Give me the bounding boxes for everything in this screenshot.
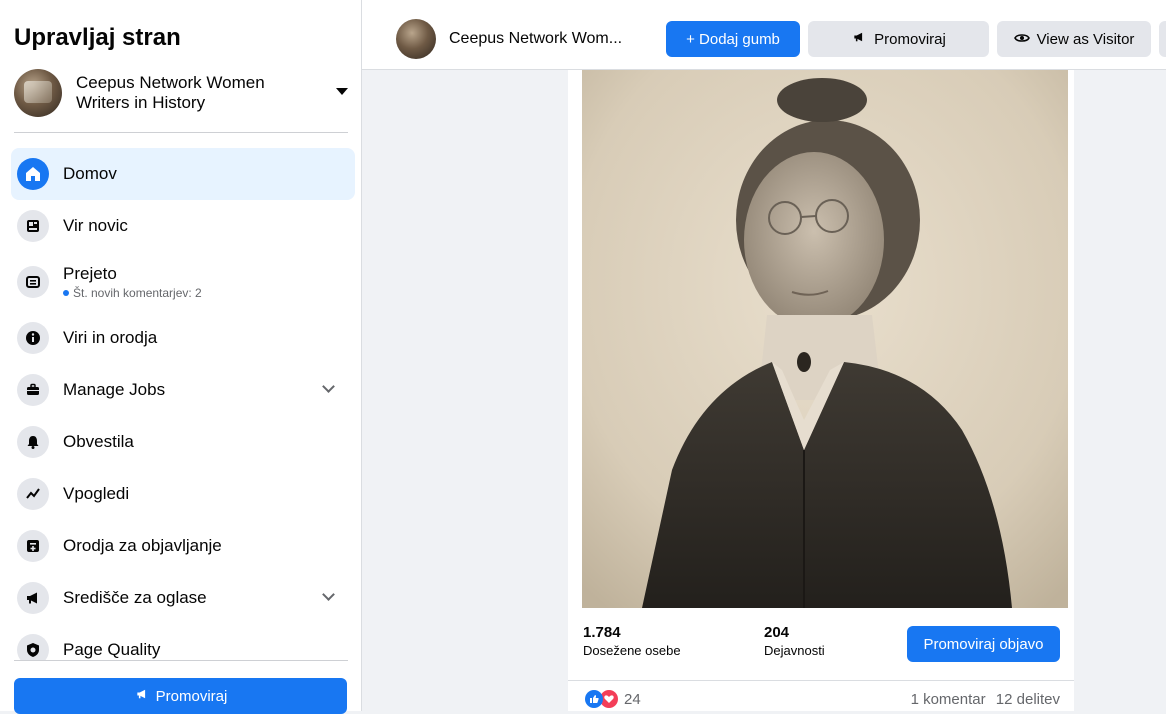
promote-button-label: Promoviraj [155,687,228,705]
divider [14,132,348,133]
engagement-value: 204 [764,624,790,641]
divider [14,660,348,661]
sidebar-item-resources[interactable]: Viri in orodja [11,312,355,364]
sidebar-item-label: Viri in orodja [63,328,158,347]
sidebar-item-inbox[interactable]: Prejeto Št. novih komentarjev: 2 [11,252,355,312]
reach-label: Dosežene osebe [583,643,681,658]
publishing-tools-icon [17,530,49,562]
reaction-count: 24 [624,690,641,708]
view-as-visitor-label: View as Visitor [1036,30,1135,48]
engagement-stat: 204 Dejavnosti [764,624,825,658]
page-avatar[interactable] [396,19,436,59]
eye-icon [1013,31,1030,48]
comment-count[interactable]: 1 komentar [911,691,986,708]
view-as-visitor-button[interactable]: View as Visitor [997,21,1151,57]
new-comments-indicator: Št. novih komentarjev: 2 [63,286,202,300]
divider [568,680,1074,681]
sidebar: Upravljaj stran Ceepus Network Women Wri… [0,0,362,714]
shield-icon [17,634,49,660]
sidebar-item-notifications[interactable]: Obvestila [11,416,355,468]
sidebar-item-publishing-tools[interactable]: Orodja za objavljanje [11,520,355,572]
inbox-icon [17,266,49,298]
new-comments-text: Št. novih komentarjev: 2 [73,286,202,300]
sidebar-item-label: Vir novic [63,216,128,235]
sidebar-item-label: Page Quality [63,640,161,659]
sidebar-item-home[interactable]: Domov [11,148,355,200]
share-count[interactable]: 12 delitev [996,691,1060,708]
sidebar-item-news-feed[interactable]: Vir novic [11,200,355,252]
sidebar-item-label: Obvestila [63,432,134,451]
megaphone-icon [851,30,867,48]
sidebar-item-label: Manage Jobs [63,380,166,399]
reactions-summary[interactable]: 24 [585,690,641,708]
header-promote-label: Promoviraj [874,30,946,48]
header-promote-button[interactable]: Promoviraj [808,21,989,57]
page-avatar [14,69,62,117]
sidebar-item-label: Prejeto [63,264,117,283]
post-photo[interactable] [582,70,1068,608]
bell-icon [17,426,49,458]
post-insights: 1.784 Dosežene osebe 204 Dejavnosti Prom… [568,610,1074,680]
add-button-button[interactable]: + Dodaj gumb [666,21,800,57]
sidebar-item-label: Središče za oglase [63,588,207,607]
home-icon [17,158,49,190]
reach-stat: 1.784 Dosežene osebe [583,624,681,658]
sidebar-item-page-quality[interactable]: Page Quality [11,624,355,660]
chevron-down-icon[interactable] [322,380,335,393]
chevron-down-icon[interactable] [322,588,335,601]
sidebar-item-ad-center[interactable]: Središče za oglase [11,572,355,624]
sidebar-item-label: Domov [63,164,117,183]
page-header: Ceepus Network Wom... + Dodaj gumb Promo… [362,0,1166,70]
info-icon [17,322,49,354]
boost-post-button[interactable]: Promoviraj objavo [907,626,1060,662]
megaphone-icon [134,687,150,705]
sidebar-item-insights[interactable]: Vpogledi [11,468,355,520]
engagement-label: Dejavnosti [764,643,825,658]
engagement-summary: 1 komentar 12 delitev [911,691,1060,708]
caret-down-icon[interactable] [336,88,348,95]
promote-button[interactable]: Promoviraj [14,678,347,714]
sidebar-nav: Domov Vir novic Prejeto Št. novih koment… [0,148,362,660]
briefcase-icon [17,374,49,406]
sidebar-title: Upravljaj stran [14,24,181,51]
megaphone-icon [17,582,49,614]
insights-icon [17,478,49,510]
page-name: Ceepus Network Women Writers in History [76,73,265,112]
reach-value: 1.784 [583,624,621,641]
sidebar-item-label: Vpogledi [63,484,130,503]
post-card: 1.784 Dosežene osebe 204 Dejavnosti Prom… [568,70,1074,711]
news-feed-icon [17,210,49,242]
sidebar-item-label: Orodja za objavljanje [63,536,222,555]
page-switcher[interactable]: Ceepus Network Women Writers in History [14,66,354,120]
more-button[interactable] [1159,21,1166,57]
like-reaction-icon [585,690,603,708]
sidebar-item-manage-jobs[interactable]: Manage Jobs [11,364,355,416]
header-page-name[interactable]: Ceepus Network Wom... [449,30,622,48]
